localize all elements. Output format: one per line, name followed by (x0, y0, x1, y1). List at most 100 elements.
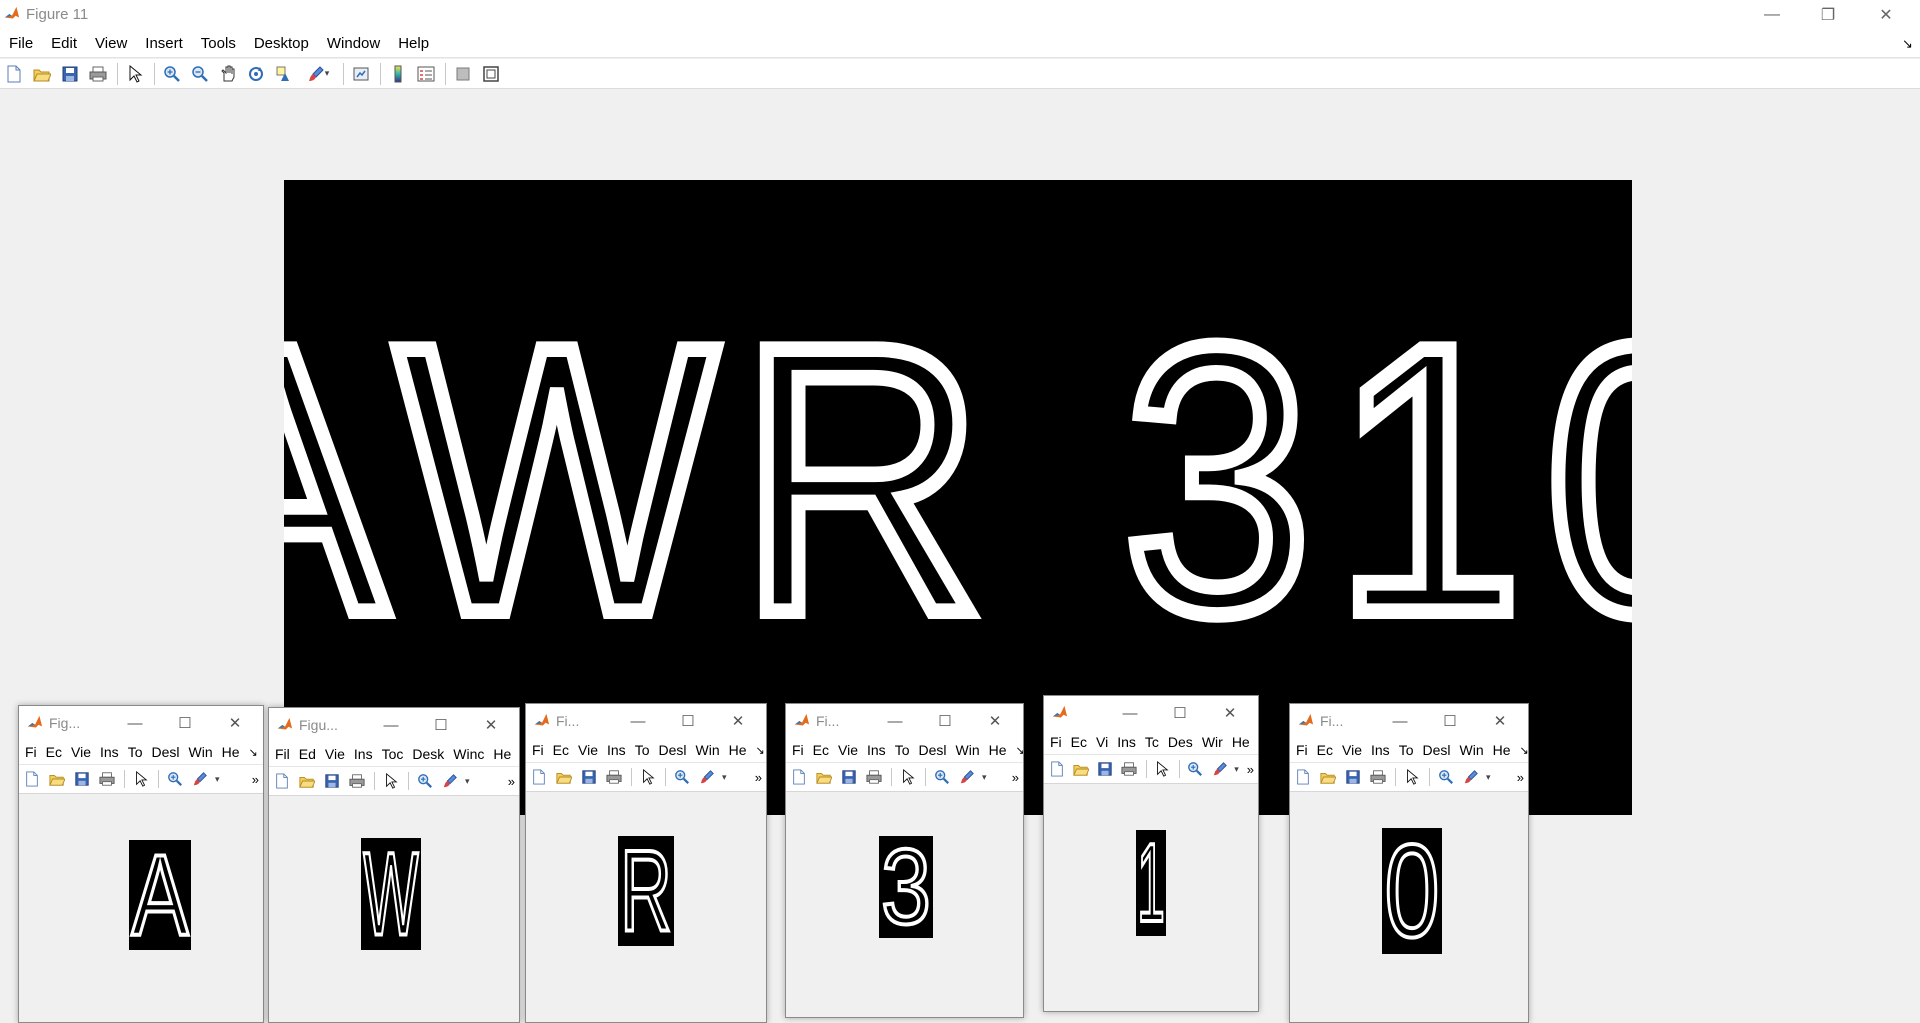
child-close-button[interactable]: ✕ (718, 704, 758, 738)
zoom-in-button[interactable] (415, 771, 435, 791)
child-maximize-button[interactable]: ☐ (421, 708, 461, 742)
open-file-button[interactable] (47, 769, 67, 789)
child-menu-item[interactable]: Winc (447, 746, 487, 762)
menu-window[interactable]: Window (318, 30, 389, 58)
open-file-button[interactable] (297, 771, 317, 791)
print-figure-button[interactable] (347, 771, 367, 791)
child-menu-item[interactable]: Win (690, 742, 723, 758)
zoom-in-button[interactable] (165, 769, 185, 789)
new-figure-button[interactable] (1293, 767, 1313, 787)
brush-button[interactable]: ▾ (301, 63, 335, 85)
more-tools-button[interactable]: » (1247, 762, 1254, 777)
child-menu-item[interactable]: He (487, 746, 514, 762)
zoom-out-button[interactable] (189, 63, 211, 85)
child-close-button[interactable]: ✕ (471, 708, 511, 742)
edit-plot-button[interactable] (124, 63, 146, 85)
new-figure-button[interactable] (789, 767, 809, 787)
print-figure-button[interactable] (87, 63, 109, 85)
dock-arrow-icon[interactable]: ↘ (1253, 736, 1258, 749)
child-close-button[interactable]: ✕ (215, 706, 255, 740)
save-figure-button[interactable] (839, 767, 859, 787)
child-menu-item[interactable]: To (122, 744, 146, 760)
child-maximize-button[interactable]: ☐ (1160, 696, 1200, 730)
edit-plot-button[interactable] (898, 767, 918, 787)
menu-insert[interactable]: Insert (136, 30, 192, 58)
edit-plot-button[interactable] (1153, 759, 1172, 779)
more-tools-button[interactable]: » (1517, 770, 1524, 785)
child-menu-item[interactable]: Ec (1065, 734, 1090, 750)
hide-plot-tools-button[interactable] (452, 63, 474, 85)
menu-help[interactable]: Help (389, 30, 438, 58)
child-menu-item[interactable]: Win (183, 744, 216, 760)
dock-arrow-icon[interactable]: ↘ (750, 744, 766, 757)
open-file-button[interactable] (31, 63, 53, 85)
save-figure-button[interactable] (1343, 767, 1363, 787)
char-figure-window[interactable]: Figu...—☐✕FilEdVieInsTocDeskWincHe↘▾»W (268, 707, 520, 1023)
child-menu-item[interactable]: Fi (1290, 742, 1311, 758)
insert-colorbar-button[interactable] (387, 63, 409, 85)
print-figure-button[interactable] (864, 767, 884, 787)
dock-arrow-icon[interactable]: ↘ (1010, 744, 1023, 757)
child-menu-item[interactable]: Desl (912, 742, 949, 758)
child-menu-item[interactable]: To (1393, 742, 1417, 758)
zoom-in-button[interactable] (1186, 759, 1205, 779)
child-menu-item[interactable]: Ed (293, 746, 319, 762)
open-file-button[interactable] (1071, 759, 1090, 779)
menu-desktop[interactable]: Desktop (245, 30, 318, 58)
child-menu-item[interactable]: He (1226, 734, 1253, 750)
child-menu-item[interactable]: To (889, 742, 913, 758)
print-figure-button[interactable] (1368, 767, 1388, 787)
brush-button[interactable] (1210, 759, 1229, 779)
more-tools-button[interactable]: » (252, 772, 259, 787)
child-menu-item[interactable]: Vie (832, 742, 861, 758)
new-figure-button[interactable] (272, 771, 292, 791)
zoom-in-button[interactable] (161, 63, 183, 85)
child-close-button[interactable]: ✕ (1210, 696, 1250, 730)
save-figure-button[interactable] (59, 63, 81, 85)
child-menu-item[interactable]: He (983, 742, 1010, 758)
child-menu-item[interactable]: Vie (65, 744, 94, 760)
child-menu-item[interactable]: Win (1454, 742, 1487, 758)
child-menu-item[interactable]: Fil (269, 746, 293, 762)
child-menu-item[interactable]: Wir (1196, 734, 1226, 750)
edit-plot-button[interactable] (381, 771, 401, 791)
close-button[interactable]: ✕ (1858, 0, 1914, 30)
data-cursor-button[interactable] (273, 63, 295, 85)
child-menu-item[interactable]: Ec (547, 742, 572, 758)
child-menu-item[interactable]: Fi (786, 742, 807, 758)
edit-plot-button[interactable] (1402, 767, 1422, 787)
char-figure-window[interactable]: Fi...—☐✕FiEcVieInsToDeslWinHe↘▾»3 (785, 703, 1024, 1018)
char-figure-window[interactable]: Fi... — ☐ ✕ Fi Ec Vie Ins To Desl Win He ↘ ▾» 0 (1289, 703, 1529, 1023)
child-maximize-button[interactable]: ☐ (1430, 704, 1470, 738)
child-menu-item[interactable]: Ins (94, 744, 122, 760)
child-menu-item[interactable]: Desk (406, 746, 447, 762)
dock-arrow-icon[interactable]: ↘ (514, 748, 519, 761)
child-minimize-button[interactable]: — (115, 706, 155, 740)
child-menu-item[interactable]: Fi (526, 742, 547, 758)
open-file-button[interactable] (1318, 767, 1338, 787)
child-menu-item[interactable]: Ec (807, 742, 832, 758)
save-figure-button[interactable] (1095, 759, 1114, 779)
child-menu-item[interactable]: Fi (1044, 734, 1065, 750)
print-figure-button[interactable] (604, 767, 624, 787)
menu-edit[interactable]: Edit (42, 30, 86, 58)
save-figure-button[interactable] (579, 767, 599, 787)
child-menu-item[interactable]: Win (950, 742, 983, 758)
more-tools-button[interactable]: » (508, 774, 515, 789)
zoom-in-button[interactable] (672, 767, 692, 787)
brush-button[interactable] (697, 767, 717, 787)
child-menu-item[interactable]: Vie (319, 746, 348, 762)
brush-button[interactable] (440, 771, 460, 791)
restore-button[interactable]: ❐ (1800, 0, 1856, 30)
child-menu-item[interactable]: Ins (348, 746, 376, 762)
child-menu-item[interactable]: Vi (1090, 734, 1111, 750)
child-menu-item[interactable]: He (1487, 742, 1514, 758)
new-figure-button[interactable] (529, 767, 549, 787)
more-tools-button[interactable]: » (1012, 770, 1019, 785)
new-figure-button[interactable] (1047, 759, 1066, 779)
child-maximize-button[interactable]: ☐ (925, 704, 965, 738)
child-minimize-button[interactable]: — (1110, 696, 1150, 730)
link-plot-button[interactable] (350, 63, 372, 85)
child-menu-item[interactable]: He (216, 744, 243, 760)
child-menu-item[interactable]: Fi (19, 744, 40, 760)
